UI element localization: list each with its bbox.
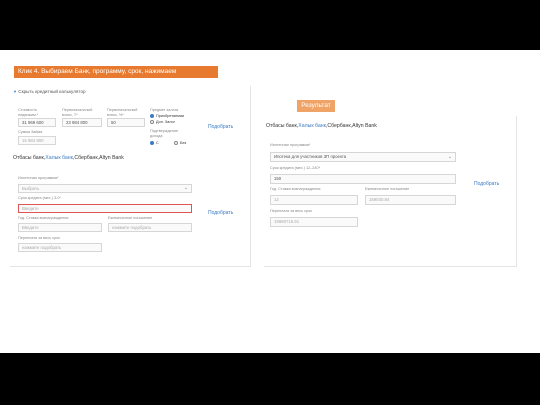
radio-on-icon bbox=[150, 141, 154, 145]
term-input-result[interactable]: 150 bbox=[270, 174, 456, 184]
rate-label: Год. Ставка вознаграждения bbox=[18, 216, 69, 220]
program-select-result[interactable]: Ипотека для участников ЗП проекта ⌄ bbox=[270, 152, 456, 162]
loan-input[interactable]: 15 984 800 bbox=[18, 136, 56, 145]
loan-label: Сумма Займа bbox=[18, 130, 43, 134]
initial-label: Первоначальный взнос, Т* bbox=[62, 108, 93, 117]
cost-input[interactable]: 31 969 600 bbox=[18, 118, 56, 127]
initial-pct-input[interactable]: 50 bbox=[107, 118, 145, 127]
term-input[interactable]: Введите bbox=[18, 204, 192, 213]
initial-pct-label: Первоначальный взнос, %* bbox=[107, 108, 138, 117]
bank-link-halyk[interactable]: Халык банк bbox=[45, 155, 73, 161]
overpay-label-result: Переплата за весь срок bbox=[270, 209, 312, 213]
rate-label-result: Год. Ставка вознаграждения bbox=[270, 187, 321, 191]
bank-selector[interactable]: Отбасы банк,Халык банк,Сбербанк,Altyn Ba… bbox=[13, 155, 124, 161]
rate-input[interactable]: Введите bbox=[18, 223, 102, 232]
pick-button-result[interactable]: Подобрать bbox=[474, 181, 499, 187]
monthly-label: Ежемесячное погашение bbox=[108, 216, 153, 220]
pick-button-2[interactable]: Подобрать bbox=[208, 210, 233, 216]
rate-output-result: 12 bbox=[270, 195, 358, 205]
bank-link-halyk[interactable]: Халык банк bbox=[298, 123, 326, 129]
confirm-option-1[interactable]: С bbox=[150, 141, 159, 146]
calculator-panel-before: ▼ Скрыть кредитный калькулятор Стоимость… bbox=[10, 86, 251, 267]
subject-option-2[interactable]: Доп. Залог bbox=[150, 120, 175, 125]
program-select[interactable]: Выбрать ⌄ bbox=[18, 184, 192, 193]
bank-selector-result[interactable]: Отбасы банк,Халык банк,Сбербанк,Altyn Ba… bbox=[266, 123, 377, 129]
overpay-label: Переплата за весь срок bbox=[18, 236, 60, 240]
subject-label: Предмет залога bbox=[150, 108, 179, 112]
cost-label: Стоимость недвижим.* bbox=[18, 108, 39, 117]
calculator-toggle[interactable]: ▼ Скрыть кредитный калькулятор bbox=[13, 89, 86, 94]
slide: Клик 4. Выбираем Банк, программу, срок, … bbox=[0, 50, 540, 353]
radio-off-icon bbox=[174, 141, 178, 145]
result-badge: Результат bbox=[297, 100, 335, 112]
step-banner: Клик 4. Выбираем Банк, программу, срок, … bbox=[14, 66, 218, 78]
initial-input[interactable]: 23 984 800 bbox=[62, 118, 102, 127]
monthly-label-result: Ежемесячное погашение bbox=[365, 187, 410, 191]
confirm-label: Подтверждение дохода bbox=[150, 129, 179, 138]
chevron-down-icon: ⌄ bbox=[447, 154, 452, 160]
subject-option-1[interactable]: Приобретаемая bbox=[150, 114, 184, 119]
calculator-panel-result: Отбасы банк,Халык банк,Сбербанк,Altyn Ba… bbox=[264, 116, 517, 267]
term-label-result: Срок кредита (мес.) 12–240* bbox=[270, 166, 321, 170]
term-label: Срок кредита (мес.) 3-0* bbox=[18, 196, 61, 200]
radio-on-icon bbox=[150, 114, 154, 118]
chevron-down-icon: ⌄ bbox=[183, 185, 188, 191]
pick-button-1[interactable]: Подобрать bbox=[208, 124, 233, 130]
overpay-output: нажмите подобрать bbox=[18, 243, 102, 252]
monthly-output: нажмите подобрать bbox=[108, 223, 192, 232]
confirm-option-2[interactable]: Без bbox=[174, 141, 186, 146]
overpay-output-result: 19969715.91 bbox=[270, 217, 358, 227]
program-label: Ипотечная программа* bbox=[18, 176, 59, 180]
monthly-output-result: 159030.84 bbox=[365, 195, 456, 205]
radio-off-icon bbox=[150, 120, 154, 124]
program-label-result: Ипотечная программа* bbox=[270, 143, 311, 147]
triangle-down-icon: ▼ bbox=[13, 89, 17, 94]
